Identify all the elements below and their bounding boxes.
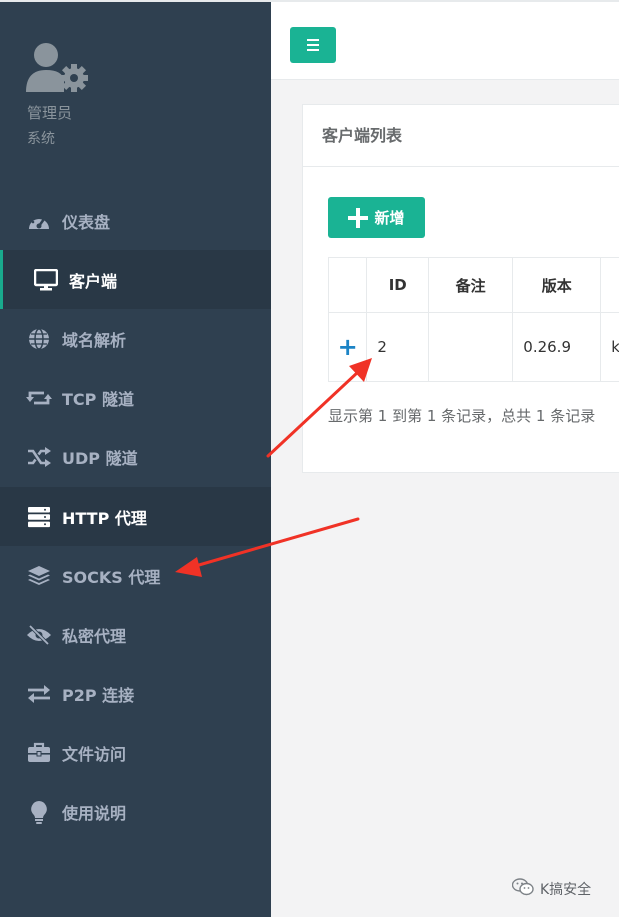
retweet-icon (26, 386, 52, 410)
sidebar-item-label: 仪表盘 (62, 212, 111, 232)
sidebar-item-label: P2P 连接 (62, 686, 135, 706)
shuffle-icon (26, 445, 52, 469)
pagination-summary: 显示第 1 到第 1 条记录，总共 1 条记录 (328, 407, 596, 425)
column-header-id[interactable]: ID (366, 257, 430, 313)
panel-title: 客户端列表 (303, 105, 619, 167)
plus-icon (348, 207, 369, 228)
eye-slash-icon (26, 623, 52, 647)
add-client-button[interactable]: 新增 (328, 197, 425, 238)
table-header-row: ID 备注 版本 (327, 257, 619, 313)
cell-note (428, 312, 514, 382)
wechat-icon (511, 878, 534, 900)
sidebar-item-label: TCP 隧道 (62, 390, 134, 410)
sidebar-item-socks[interactable]: SOCKS 代理 (0, 546, 271, 605)
server-icon (26, 505, 52, 529)
sidebar-item-http[interactable]: HTTP 代理 (0, 486, 271, 547)
hamburger-icon (307, 39, 319, 41)
column-header-version[interactable]: 版本 (512, 257, 602, 313)
sidebar-item-p2p[interactable]: P2P 连接 (0, 665, 271, 724)
watermark-text: K搞安全 (540, 882, 592, 898)
sidebar-item-dashboard[interactable]: 仪表盘 (0, 191, 271, 250)
column-header-extra[interactable] (600, 257, 619, 313)
briefcase-icon (26, 741, 52, 765)
user-name: 管理员 (27, 104, 73, 122)
sidebar-item-dns[interactable]: 域名解析 (0, 309, 271, 368)
sidebar: 管理员 系统 仪表盘 客户端 域名解析 TCP 隧道 UDP 隧道 HTTP 代… (0, 0, 271, 917)
column-header-expand (327, 257, 368, 313)
expand-row-button[interactable]: + (327, 312, 368, 382)
sidebar-item-file-access[interactable]: 文件访问 (0, 724, 271, 783)
layers-icon (26, 564, 52, 588)
user-profile: 管理员 系统 (26, 42, 92, 147)
cell-id: 2 (366, 312, 430, 382)
sidebar-item-label: SOCKS 代理 (62, 567, 161, 587)
client-table: ID 备注 版本 + 2 0.26.9 k (327, 257, 619, 382)
sidebar-item-secret-proxy[interactable]: 私密代理 (0, 605, 271, 664)
exchange-icon (26, 682, 52, 706)
sidebar-item-label: 使用说明 (62, 804, 127, 824)
cell-extra: k (600, 312, 619, 382)
table-row: + 2 0.26.9 k (327, 312, 619, 382)
dashboard-icon (26, 209, 52, 233)
sidebar-toggle-button[interactable] (290, 27, 336, 63)
client-list-panel: 客户端列表 新增 ID 备注 版本 + 2 0.26.9 k 显示第 1 到第 … (302, 104, 619, 473)
top-navbar (271, 0, 619, 80)
add-button-label: 新增 (374, 209, 405, 227)
sidebar-item-label: 私密代理 (62, 626, 127, 646)
sidebar-item-label: 客户端 (69, 271, 118, 291)
column-header-note[interactable]: 备注 (428, 257, 514, 313)
lightbulb-icon (26, 800, 52, 825)
cell-version: 0.26.9 (512, 312, 602, 382)
user-settings-icon (26, 42, 92, 96)
sidebar-item-label: HTTP 代理 (62, 508, 147, 528)
watermark: K搞安全 (511, 878, 592, 900)
user-role: 系统 (27, 131, 55, 147)
sidebar-item-tcp[interactable]: TCP 隧道 (0, 369, 271, 428)
sidebar-menu: 仪表盘 客户端 域名解析 TCP 隧道 UDP 隧道 HTTP 代理 SOCKS… (0, 191, 271, 842)
sidebar-item-guide[interactable]: 使用说明 (0, 783, 271, 842)
sidebar-item-label: 文件访问 (62, 745, 127, 765)
sidebar-item-udp[interactable]: UDP 隧道 (0, 428, 271, 487)
globe-icon (26, 327, 52, 351)
monitor-icon (33, 268, 59, 292)
sidebar-item-clients[interactable]: 客户端 (0, 250, 271, 310)
sidebar-item-label: 域名解析 (62, 330, 127, 350)
sidebar-item-label: UDP 隧道 (62, 449, 138, 469)
